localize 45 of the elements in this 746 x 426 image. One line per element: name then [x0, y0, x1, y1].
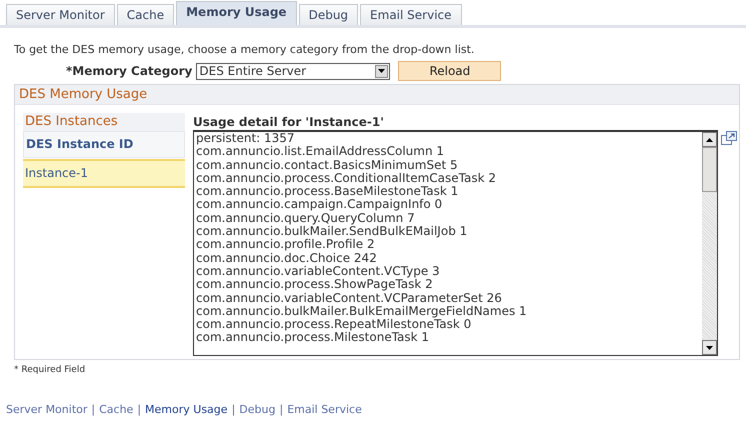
- usage-label: Usage detail for 'Instance-1': [193, 115, 385, 130]
- memory-category-dropdown[interactable]: DES Entire Server: [196, 62, 390, 80]
- usage-line: com.annuncio.bulkMailer.BulkEmailMergeFieldNames 1: [196, 304, 528, 318]
- link-separator: |: [279, 403, 284, 416]
- scroll-up-icon[interactable]: [702, 132, 717, 147]
- scroll-down-icon[interactable]: [702, 340, 717, 355]
- tab[interactable]: Memory Usage: [176, 1, 297, 25]
- usage-line: com.annuncio.variableContent.VCParameterSet 26: [196, 292, 503, 305]
- usage-line: com.annuncio.process.ConditionalItemCaseTask 2: [196, 172, 498, 186]
- usage-text-area[interactable]: [193, 130, 718, 356]
- footer-link[interactable]: Cache: [99, 403, 134, 416]
- usage-line: com.annuncio.bulkMailer.SendBulkEMailJob 1: [196, 225, 468, 238]
- usage-line: com.annuncio.process.BaseMilestoneTask 1: [196, 185, 458, 198]
- footer-link[interactable]: Memory Usage: [145, 403, 228, 416]
- tab[interactable]: Email Service: [360, 4, 462, 25]
- link-separator: |: [137, 403, 142, 416]
- column-header: DES Instance ID: [23, 131, 185, 158]
- scrollbar[interactable]: [702, 132, 717, 355]
- tab[interactable]: Server Monitor: [6, 4, 115, 25]
- tab[interactable]: Cache: [116, 4, 174, 25]
- usage-line: com.annuncio.process.RepeatMilestoneTask 0: [196, 318, 472, 332]
- usage-line: com.annuncio.doc.Choice 242: [196, 252, 378, 265]
- instance-row[interactable]: Instance-1: [23, 159, 185, 188]
- memory-category-label: *Memory Category: [66, 64, 192, 78]
- usage-line: persistent: 1357: [196, 132, 296, 146]
- required-field-note: * Required Field: [14, 365, 86, 375]
- tab[interactable]: Debug: [298, 4, 358, 25]
- group-header: DES Memory Usage: [15, 85, 739, 105]
- usage-line: com.annuncio.campaign.CampaignInfo 0: [196, 198, 442, 212]
- footer-link[interactable]: Email Service: [287, 403, 362, 416]
- usage-line: com.annuncio.list.EmailAddressColumn 1: [196, 145, 446, 159]
- usage-line: com.annuncio.query.QueryColumn 7: [196, 212, 416, 226]
- link-separator: |: [91, 403, 96, 416]
- usage-line: com.annuncio.variableContent.VCType 3: [196, 264, 441, 278]
- footer-link[interactable]: Debug: [239, 403, 276, 416]
- usage-line: com.annuncio.process.MilestoneTask 1: [196, 331, 430, 345]
- grid-title: DES Instances: [23, 113, 185, 131]
- usage-line: com.annuncio.profile.Profile 2: [196, 238, 375, 252]
- reload-button[interactable]: Reload: [398, 61, 502, 81]
- footer-link[interactable]: Server Monitor: [6, 403, 88, 416]
- usage-line: com.annuncio.process.ShowPageTask 2: [196, 278, 434, 292]
- usage-line: com.annuncio.contact.BasicsMinimumSet 5: [196, 158, 459, 172]
- instruction-text: To get the DES memory usage, choose a memory category from the drop-down list.: [14, 43, 476, 56]
- scroll-thumb[interactable]: [702, 147, 717, 192]
- link-separator: |: [232, 403, 236, 416]
